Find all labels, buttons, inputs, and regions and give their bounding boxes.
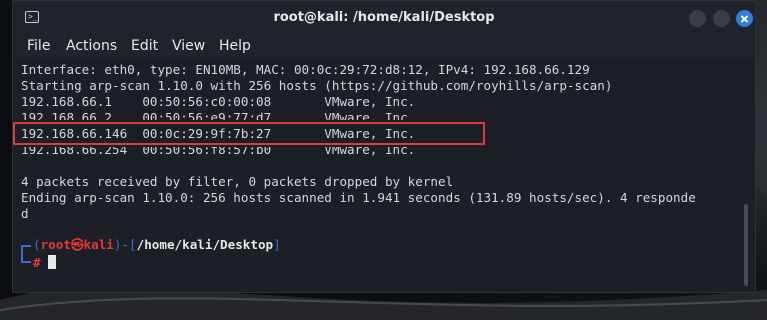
prompt-bracket-bottom bbox=[21, 253, 31, 263]
output-line: Starting arp-scan 1.10.0 with 256 hosts … bbox=[21, 78, 613, 93]
prompt-at-icon: ㉿ bbox=[70, 237, 84, 252]
highlight-box bbox=[13, 122, 485, 145]
maximize-button[interactable] bbox=[713, 10, 730, 27]
output-line: d bbox=[21, 206, 29, 221]
prompt-user: root bbox=[40, 237, 71, 252]
output-line: 4 packets received by filter, 0 packets … bbox=[21, 174, 454, 189]
terminal-window[interactable]: >_ root@kali: /home/kali/Desktop File Ac… bbox=[12, 0, 756, 293]
command-line[interactable]: # bbox=[33, 255, 57, 271]
window-title: root@kali: /home/kali/Desktop bbox=[273, 10, 495, 25]
menu-view[interactable]: View bbox=[172, 38, 205, 54]
output-line: Interface: eth0, type: EN10MB, MAC: 00:0… bbox=[21, 62, 590, 77]
prompt-symbol: # bbox=[33, 255, 41, 270]
terminal-output[interactable]: Interface: eth0, type: EN10MB, MAC: 00:0… bbox=[13, 59, 755, 292]
prompt-host: kali bbox=[83, 237, 114, 252]
output-line: Ending arp-scan 1.10.0: 256 hosts scanne… bbox=[21, 190, 696, 205]
prompt-path: /home/kali/Desktop bbox=[136, 237, 274, 252]
menu-actions[interactable]: Actions bbox=[66, 38, 117, 54]
output-line: 192.168.66.1 00:50:56:c0:00:08 VMware, I… bbox=[21, 94, 416, 109]
prompt-path-close: ] bbox=[273, 237, 281, 252]
prompt-close: )-[ bbox=[113, 237, 137, 252]
minimize-button[interactable] bbox=[689, 10, 706, 27]
menu-bar: File Actions Edit View Help bbox=[13, 35, 755, 59]
close-button[interactable] bbox=[736, 10, 753, 27]
prompt-bracket-top bbox=[21, 245, 31, 253]
text-cursor bbox=[48, 255, 57, 269]
title-bar[interactable]: >_ root@kali: /home/kali/Desktop bbox=[13, 1, 755, 35]
scrollbar[interactable] bbox=[744, 204, 748, 286]
menu-file[interactable]: File bbox=[27, 38, 50, 54]
prompt-open: ( bbox=[33, 237, 41, 252]
menu-edit[interactable]: Edit bbox=[131, 38, 158, 54]
menu-help[interactable]: Help bbox=[219, 38, 251, 54]
prompt-line: (root㉿kali)-[/home/kali/Desktop] bbox=[33, 237, 281, 253]
